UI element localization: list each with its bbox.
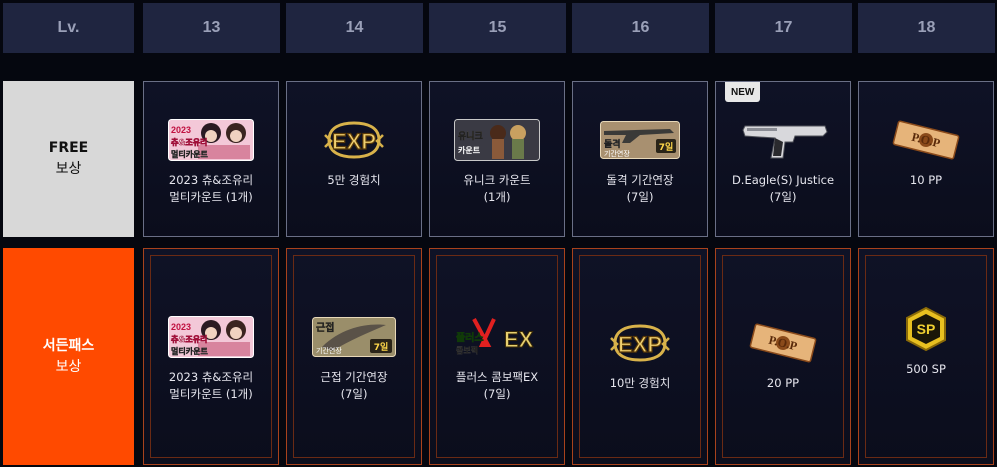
svg-text:츄&조유리: 츄&조유리 — [171, 137, 207, 147]
reward-name-line1: 2023 츄&조유리 — [168, 370, 254, 384]
svg-text:콤보팩: 콤보팩 — [456, 345, 478, 355]
pistol-icon — [728, 116, 838, 164]
svg-text:돌격: 돌격 — [604, 138, 621, 150]
pass-label-title: 서든패스 — [42, 337, 95, 354]
free-reward-lv14[interactable]: EXP 5만 경험치 — [286, 81, 422, 237]
exp-icon: EXP — [585, 319, 695, 367]
melee-period-icon: 근접 기간연장 7일 — [299, 313, 409, 361]
character-card-icon: 2023 츄&조유리 멀티카운트 — [156, 313, 266, 361]
header-lv: Lv. — [3, 3, 134, 53]
reward-name-line1: 20 PP — [766, 376, 800, 390]
svg-text:기간연장: 기간연장 — [316, 346, 342, 355]
reward-name-line1: 2023 츄&조유리 — [168, 173, 254, 187]
header-level-14: 14 — [286, 3, 423, 53]
reward-name-line2: (7일) — [769, 190, 797, 204]
pass-reward-lv13[interactable]: 2023 츄&조유리 멀티카운트 2023 츄&조유리 멀티카운트 (1개) — [143, 248, 279, 465]
free-label-title: FREE — [48, 140, 89, 156]
reward-name-line2: (7일) — [483, 387, 511, 401]
plus-combo-box-icon: 플러스 콤보팩 EX — [442, 313, 552, 361]
reward-name-line2: 멀티카운트 (1개) — [169, 190, 253, 204]
svg-text:멀티카운트: 멀티카운트 — [171, 149, 208, 159]
pop-ticket-icon: P.O.P — [728, 319, 838, 367]
free-reward-label: FREE 보상 — [3, 81, 134, 237]
svg-text:2023: 2023 — [171, 322, 191, 332]
pass-reward-lv17[interactable]: P.O.P 20 PP — [715, 248, 851, 465]
reward-name-line1: D.Eagle(S) Justice — [731, 173, 835, 187]
reward-name-line1: 돌격 기간연장 — [606, 173, 674, 187]
reward-name-line1: 플러스 콤보팩EX — [455, 370, 539, 384]
reward-name: 20 PP — [718, 375, 848, 392]
svg-text:7일: 7일 — [659, 141, 674, 153]
svg-text:유니크: 유니크 — [458, 130, 483, 142]
free-label-sub: 보상 — [55, 161, 82, 177]
header-level-17: 17 — [715, 3, 852, 53]
reward-name: 10만 경험치 — [575, 375, 705, 392]
exp-icon: EXP — [299, 116, 409, 164]
header-level-18: 18 — [858, 3, 995, 53]
new-badge: NEW — [725, 82, 761, 102]
svg-text:츄&조유리: 츄&조유리 — [171, 334, 207, 344]
reward-name-line1: 유니크 카운트 — [463, 173, 531, 187]
svg-text:EXP: EXP — [618, 332, 662, 357]
rifle-period-icon: 돌격 기간연장 7일 — [585, 116, 695, 164]
pass-label-sub: 보상 — [55, 358, 82, 375]
svg-text:7일: 7일 — [374, 341, 389, 353]
header-level-15: 15 — [429, 3, 566, 53]
svg-text:SP: SP — [917, 321, 936, 337]
svg-text:멀티카운트: 멀티카운트 — [171, 346, 208, 356]
svg-text:2023: 2023 — [171, 125, 191, 135]
svg-text:카운트: 카운트 — [458, 145, 481, 155]
reward-name-line1: 5만 경험치 — [327, 173, 381, 187]
reward-name: 5만 경험치 — [289, 172, 419, 189]
reward-name: 2023 츄&조유리 멀티카운트 (1개) — [146, 172, 276, 206]
reward-name: 500 SP — [861, 361, 991, 378]
pass-reward-label: 서든패스 보상 — [3, 248, 134, 465]
svg-text:근접: 근접 — [316, 322, 334, 334]
reward-name-line2: (7일) — [626, 190, 654, 204]
reward-name: 10 PP — [861, 172, 991, 189]
reward-name-line1: 10만 경험치 — [609, 376, 671, 390]
svg-text:기간연장: 기간연장 — [604, 149, 630, 158]
free-reward-lv15[interactable]: 유니크 카운트 유니크 카운트 (1개) — [429, 81, 565, 237]
character-card-icon: 2023 츄&조유리 멀티카운트 — [156, 116, 266, 164]
free-reward-lv18[interactable]: P.O.P 10 PP — [858, 81, 994, 237]
sp-coin-icon: SP — [871, 305, 981, 353]
reward-name-line1: 10 PP — [909, 173, 943, 187]
reward-name: D.Eagle(S) Justice (7일) — [718, 172, 848, 206]
header-level-16: 16 — [572, 3, 709, 53]
svg-text:플러스: 플러스 — [456, 331, 484, 344]
reward-name: 플러스 콤보팩EX (7일) — [432, 369, 562, 403]
pass-reward-lv15[interactable]: 플러스 콤보팩 EX 플러스 콤보팩EX (7일) — [429, 248, 565, 465]
reward-name: 근접 기간연장 (7일) — [289, 369, 419, 403]
reward-name-line2: (7일) — [340, 387, 368, 401]
pass-reward-lv16[interactable]: EXP 10만 경험치 — [572, 248, 708, 465]
header-level-13: 13 — [143, 3, 280, 53]
reward-name-line1: 근접 기간연장 — [320, 370, 388, 384]
pop-ticket-icon: P.O.P — [871, 116, 981, 164]
unique-count-icon: 유니크 카운트 — [442, 116, 552, 164]
reward-name-line2: 멀티카운트 (1개) — [169, 387, 253, 401]
pass-reward-lv14[interactable]: 근접 기간연장 7일 근접 기간연장 (7일) — [286, 248, 422, 465]
svg-text:EXP: EXP — [332, 129, 376, 154]
free-reward-lv17[interactable]: NEW D.Eagle(S) Justice (7일) — [715, 81, 851, 237]
free-reward-lv16[interactable]: 돌격 기간연장 7일 돌격 기간연장 (7일) — [572, 81, 708, 237]
reward-name-line1: 500 SP — [906, 362, 946, 376]
reward-name: 2023 츄&조유리 멀티카운트 (1개) — [146, 369, 276, 403]
reward-name: 유니크 카운트 (1개) — [432, 172, 562, 206]
reward-name: 돌격 기간연장 (7일) — [575, 172, 705, 206]
free-reward-lv13[interactable]: 2023 츄&조유리 멀티카운트 2023 츄&조유리 멀티카운트 (1개) — [143, 81, 279, 237]
reward-name-line2: (1개) — [483, 190, 511, 204]
pass-reward-lv18[interactable]: SP 500 SP — [858, 248, 994, 465]
svg-text:EX: EX — [504, 327, 534, 352]
